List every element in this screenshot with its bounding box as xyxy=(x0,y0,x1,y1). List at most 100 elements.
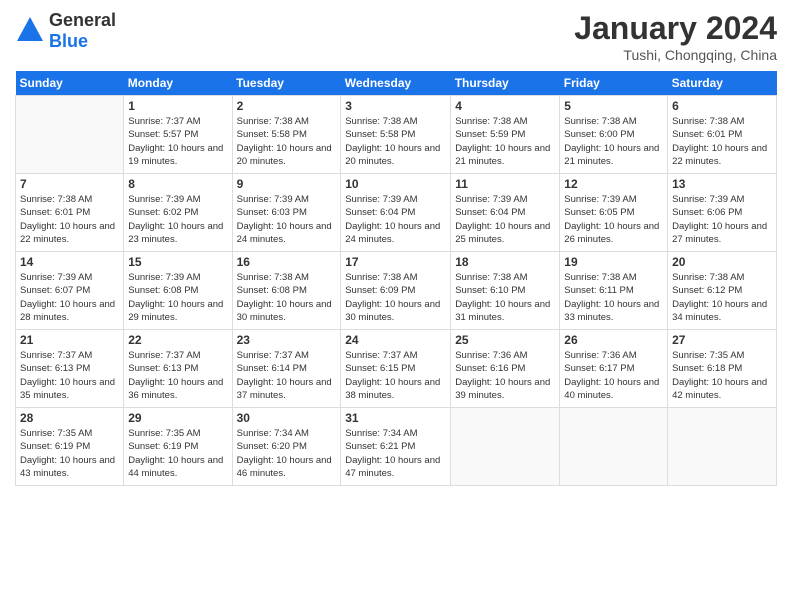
day-info: Sunrise: 7:39 AMSunset: 6:07 PMDaylight:… xyxy=(20,271,119,324)
day-number: 7 xyxy=(20,177,119,191)
day-number: 21 xyxy=(20,333,119,347)
day-number: 5 xyxy=(564,99,663,113)
day-info: Sunrise: 7:38 AMSunset: 6:12 PMDaylight:… xyxy=(672,271,772,324)
day-info: Sunrise: 7:37 AMSunset: 6:13 PMDaylight:… xyxy=(128,349,227,402)
calendar-cell: 24 Sunrise: 7:37 AMSunset: 6:15 PMDayligh… xyxy=(341,330,451,408)
calendar-cell: 23 Sunrise: 7:37 AMSunset: 6:14 PMDayligh… xyxy=(232,330,341,408)
calendar-header: SundayMondayTuesdayWednesdayThursdayFrid… xyxy=(16,71,777,96)
calendar-cell: 2 Sunrise: 7:38 AMSunset: 5:58 PMDaylight… xyxy=(232,96,341,174)
day-info: Sunrise: 7:34 AMSunset: 6:20 PMDaylight:… xyxy=(237,427,337,480)
calendar-cell: 9Sunrise: 7:39 AMSunset: 6:03 PMDaylight… xyxy=(232,174,341,252)
day-number: 28 xyxy=(20,411,119,425)
logo-blue-text: Blue xyxy=(49,31,88,51)
day-info: Sunrise: 7:38 AMSunset: 6:11 PMDaylight:… xyxy=(564,271,663,324)
day-info: Sunrise: 7:39 AMSunset: 6:08 PMDaylight:… xyxy=(128,271,227,324)
day-header-monday: Monday xyxy=(124,71,232,96)
day-info: Sunrise: 7:38 AMSunset: 5:58 PMDaylight:… xyxy=(345,115,446,168)
day-info: Sunrise: 7:38 AMSunset: 6:10 PMDaylight:… xyxy=(455,271,555,324)
location-subtitle: Tushi, Chongqing, China xyxy=(574,47,777,63)
day-header-saturday: Saturday xyxy=(668,71,777,96)
calendar-cell: 19 Sunrise: 7:38 AMSunset: 6:11 PMDayligh… xyxy=(560,252,668,330)
day-number: 2 xyxy=(237,99,337,113)
week-row-1: 1 Sunrise: 7:37 AMSunset: 5:57 PMDaylight… xyxy=(16,96,777,174)
day-info: Sunrise: 7:37 AMSunset: 6:13 PMDaylight:… xyxy=(20,349,119,402)
day-info: Sunrise: 7:36 AMSunset: 6:16 PMDaylight:… xyxy=(455,349,555,402)
calendar-cell: 22 Sunrise: 7:37 AMSunset: 6:13 PMDayligh… xyxy=(124,330,232,408)
day-number: 20 xyxy=(672,255,772,269)
calendar-cell: 8Sunrise: 7:39 AMSunset: 6:02 PMDaylight… xyxy=(124,174,232,252)
calendar-cell: 11 Sunrise: 7:39 AMSunset: 6:04 PMDayligh… xyxy=(451,174,560,252)
day-number: 19 xyxy=(564,255,663,269)
day-number: 17 xyxy=(345,255,446,269)
day-number: 11 xyxy=(455,177,555,191)
logo-icon xyxy=(15,15,45,48)
week-row-5: 28 Sunrise: 7:35 AMSunset: 6:19 PMDayligh… xyxy=(16,408,777,486)
day-info: Sunrise: 7:38 AMSunset: 5:58 PMDaylight:… xyxy=(237,115,337,168)
calendar-cell: 17 Sunrise: 7:38 AMSunset: 6:09 PMDayligh… xyxy=(341,252,451,330)
day-info: Sunrise: 7:39 AMSunset: 6:04 PMDaylight:… xyxy=(455,193,555,246)
day-header-thursday: Thursday xyxy=(451,71,560,96)
day-number: 23 xyxy=(237,333,337,347)
day-number: 8 xyxy=(128,177,227,191)
day-info: Sunrise: 7:35 AMSunset: 6:19 PMDaylight:… xyxy=(128,427,227,480)
calendar-cell: 14 Sunrise: 7:39 AMSunset: 6:07 PMDayligh… xyxy=(16,252,124,330)
day-info: Sunrise: 7:37 AMSunset: 5:57 PMDaylight:… xyxy=(128,115,227,168)
page-header: General Blue January 2024 Tushi, Chongqi… xyxy=(15,10,777,63)
day-info: Sunrise: 7:38 AMSunset: 6:01 PMDaylight:… xyxy=(672,115,772,168)
day-number: 25 xyxy=(455,333,555,347)
day-number: 22 xyxy=(128,333,227,347)
day-info: Sunrise: 7:38 AMSunset: 6:00 PMDaylight:… xyxy=(564,115,663,168)
day-number: 24 xyxy=(345,333,446,347)
day-info: Sunrise: 7:37 AMSunset: 6:14 PMDaylight:… xyxy=(237,349,337,402)
day-number: 6 xyxy=(672,99,772,113)
week-row-3: 14 Sunrise: 7:39 AMSunset: 6:07 PMDayligh… xyxy=(16,252,777,330)
calendar-cell: 10 Sunrise: 7:39 AMSunset: 6:04 PMDayligh… xyxy=(341,174,451,252)
day-info: Sunrise: 7:37 AMSunset: 6:15 PMDaylight:… xyxy=(345,349,446,402)
calendar-cell: 29 Sunrise: 7:35 AMSunset: 6:19 PMDayligh… xyxy=(124,408,232,486)
day-number: 12 xyxy=(564,177,663,191)
day-number: 26 xyxy=(564,333,663,347)
calendar-cell: 13Sunrise: 7:39 AMSunset: 6:06 PMDayligh… xyxy=(668,174,777,252)
calendar-cell xyxy=(451,408,560,486)
logo: General Blue xyxy=(15,10,116,52)
day-header-sunday: Sunday xyxy=(16,71,124,96)
day-number: 14 xyxy=(20,255,119,269)
calendar-cell xyxy=(668,408,777,486)
day-info: Sunrise: 7:38 AMSunset: 5:59 PMDaylight:… xyxy=(455,115,555,168)
calendar-cell: 21 Sunrise: 7:37 AMSunset: 6:13 PMDayligh… xyxy=(16,330,124,408)
day-number: 31 xyxy=(345,411,446,425)
day-number: 3 xyxy=(345,99,446,113)
day-number: 10 xyxy=(345,177,446,191)
day-info: Sunrise: 7:39 AMSunset: 6:06 PMDaylight:… xyxy=(672,193,772,246)
calendar-cell: 30Sunrise: 7:34 AMSunset: 6:20 PMDayligh… xyxy=(232,408,341,486)
day-number: 15 xyxy=(128,255,227,269)
calendar-cell: 26Sunrise: 7:36 AMSunset: 6:17 PMDayligh… xyxy=(560,330,668,408)
logo-general-text: General xyxy=(49,10,116,30)
day-info: Sunrise: 7:38 AMSunset: 6:09 PMDaylight:… xyxy=(345,271,446,324)
calendar-cell: 20 Sunrise: 7:38 AMSunset: 6:12 PMDayligh… xyxy=(668,252,777,330)
day-number: 1 xyxy=(128,99,227,113)
calendar-cell: 1 Sunrise: 7:37 AMSunset: 5:57 PMDaylight… xyxy=(124,96,232,174)
day-number: 29 xyxy=(128,411,227,425)
day-info: Sunrise: 7:39 AMSunset: 6:03 PMDaylight:… xyxy=(237,193,337,246)
day-info: Sunrise: 7:35 AMSunset: 6:19 PMDaylight:… xyxy=(20,427,119,480)
week-row-2: 7 Sunrise: 7:38 AMSunset: 6:01 PMDaylight… xyxy=(16,174,777,252)
page-container: General Blue January 2024 Tushi, Chongqi… xyxy=(0,0,792,496)
calendar-cell: 31 Sunrise: 7:34 AMSunset: 6:21 PMDayligh… xyxy=(341,408,451,486)
day-number: 18 xyxy=(455,255,555,269)
calendar-table: SundayMondayTuesdayWednesdayThursdayFrid… xyxy=(15,71,777,486)
day-header-wednesday: Wednesday xyxy=(341,71,451,96)
day-header-tuesday: Tuesday xyxy=(232,71,341,96)
title-section: January 2024 Tushi, Chongqing, China xyxy=(574,10,777,63)
calendar-cell: 15 Sunrise: 7:39 AMSunset: 6:08 PMDayligh… xyxy=(124,252,232,330)
calendar-cell xyxy=(560,408,668,486)
day-info: Sunrise: 7:35 AMSunset: 6:18 PMDaylight:… xyxy=(672,349,772,402)
calendar-cell: 3 Sunrise: 7:38 AMSunset: 5:58 PMDaylight… xyxy=(341,96,451,174)
calendar-cell xyxy=(16,96,124,174)
day-info: Sunrise: 7:34 AMSunset: 6:21 PMDaylight:… xyxy=(345,427,446,480)
day-info: Sunrise: 7:38 AMSunset: 6:01 PMDaylight:… xyxy=(20,193,119,246)
day-number: 27 xyxy=(672,333,772,347)
calendar-cell: 4Sunrise: 7:38 AMSunset: 5:59 PMDaylight… xyxy=(451,96,560,174)
month-title: January 2024 xyxy=(574,10,777,47)
day-info: Sunrise: 7:39 AMSunset: 6:04 PMDaylight:… xyxy=(345,193,446,246)
